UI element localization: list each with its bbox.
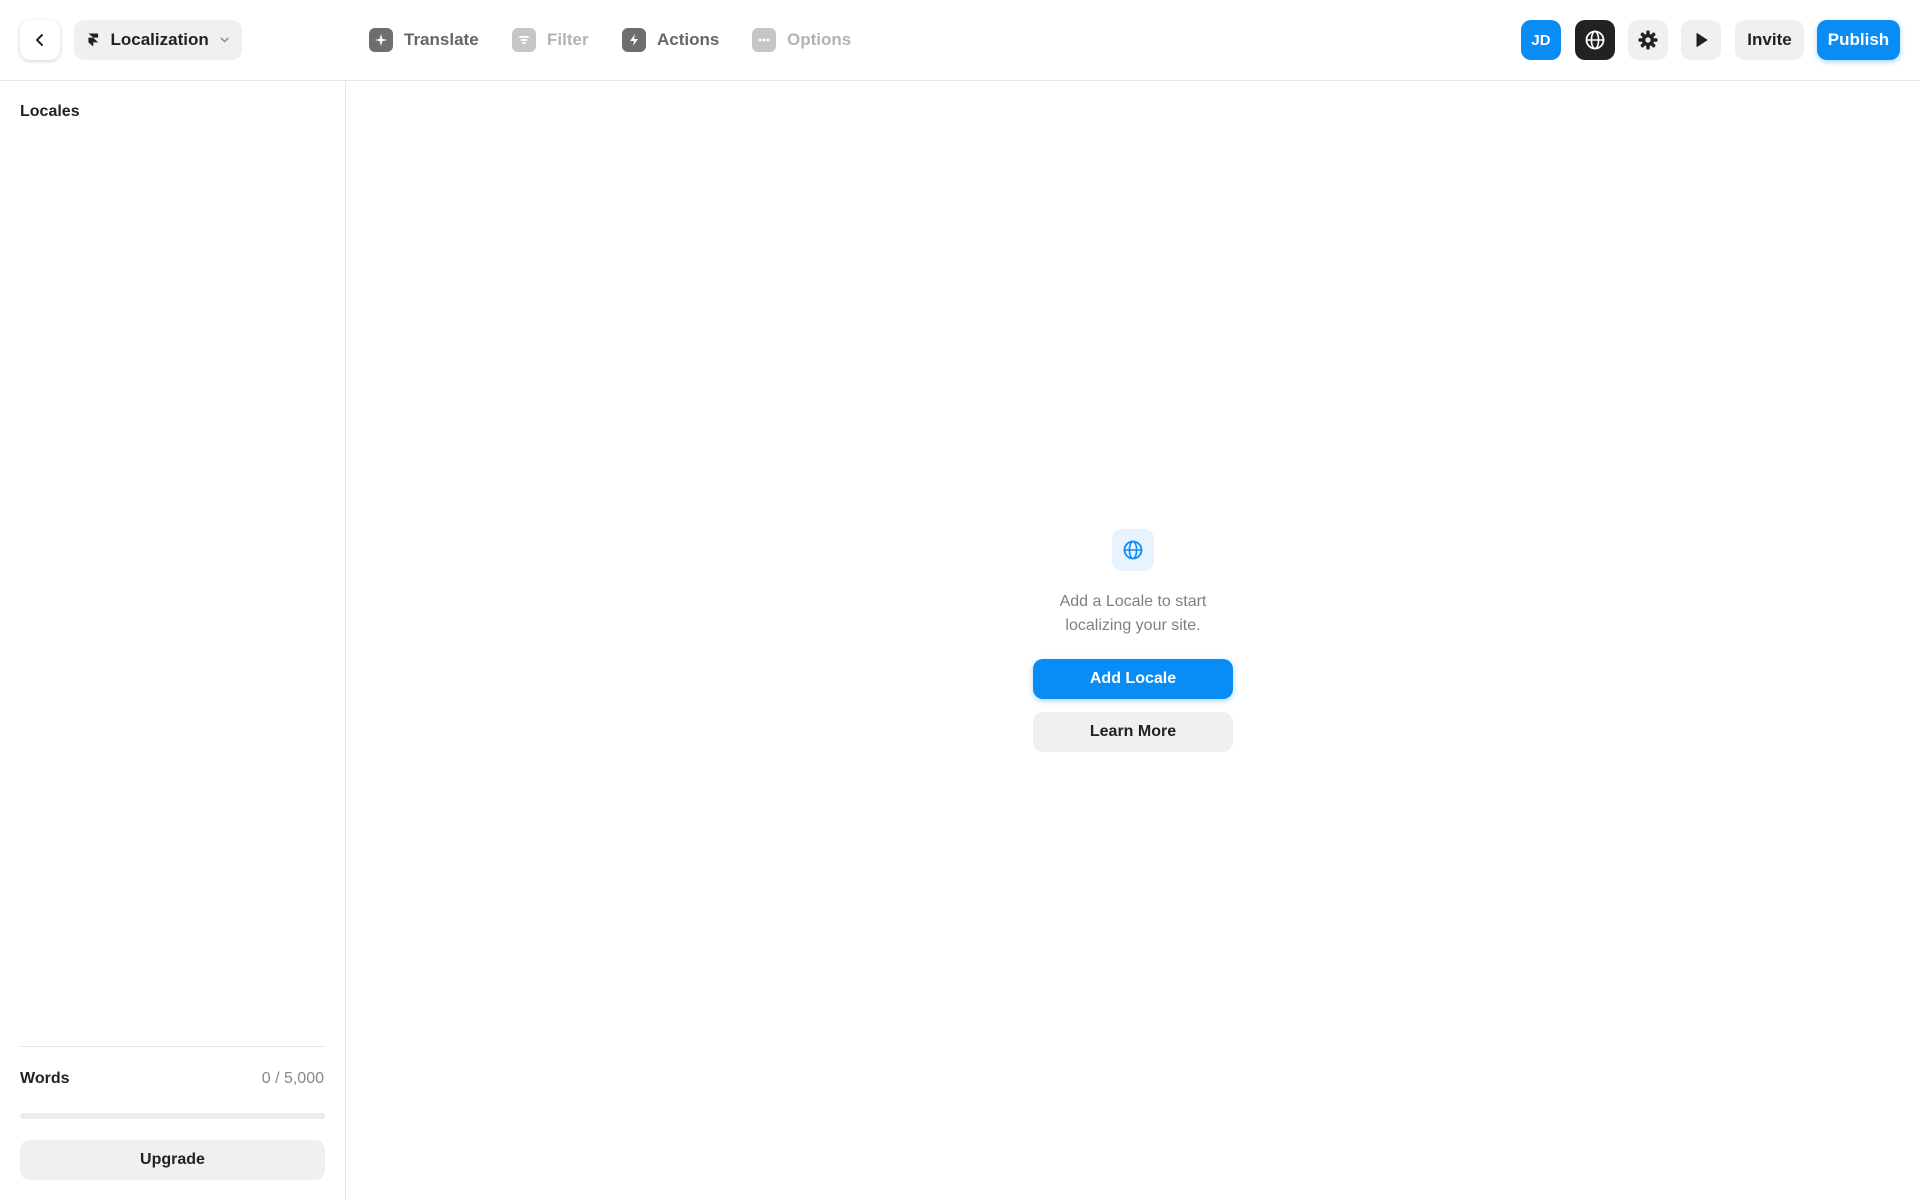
- top-toolbar: Localization Translate Filter Actions Op…: [0, 0, 1920, 81]
- chevron-down-icon: [220, 37, 229, 43]
- upgrade-button[interactable]: Upgrade: [20, 1140, 325, 1180]
- translate-label: Translate: [404, 30, 479, 49]
- translate-button[interactable]: Translate: [369, 26, 479, 54]
- actions-button[interactable]: Actions: [622, 26, 719, 54]
- add-locale-button[interactable]: Add Locale: [1033, 659, 1233, 699]
- more-icon: [752, 28, 776, 52]
- filter-button[interactable]: Filter: [512, 26, 589, 54]
- options-button[interactable]: Options: [752, 26, 851, 54]
- preview-button[interactable]: [1681, 20, 1721, 60]
- filter-icon: [512, 28, 536, 52]
- words-progress-bar: [20, 1113, 325, 1119]
- empty-state: Add a Locale to start localizing your si…: [1033, 529, 1233, 752]
- localization-button[interactable]: [1575, 20, 1615, 60]
- sidebar-divider: [20, 1046, 325, 1047]
- learn-more-button[interactable]: Learn More: [1033, 712, 1233, 752]
- empty-state-badge: [1112, 529, 1154, 571]
- settings-button[interactable]: [1628, 20, 1668, 60]
- publish-button[interactable]: Publish: [1817, 20, 1900, 60]
- empty-state-message: Add a Locale to start localizing your si…: [1059, 593, 1207, 634]
- chevron-left-icon: [36, 34, 43, 46]
- sparkle-icon: [369, 28, 393, 52]
- actions-label: Actions: [657, 30, 720, 49]
- project-switcher[interactable]: Localization: [74, 20, 242, 60]
- words-label: Words: [20, 1070, 70, 1087]
- bolt-icon: [622, 28, 646, 52]
- locales-heading: Locales: [20, 103, 80, 120]
- back-button[interactable]: [20, 20, 60, 60]
- play-icon: [1696, 33, 1708, 47]
- globe-icon: [1585, 30, 1605, 50]
- invite-button[interactable]: Invite: [1735, 20, 1804, 60]
- user-avatar[interactable]: JD: [1521, 20, 1561, 60]
- globe-icon: [1123, 540, 1143, 560]
- locales-sidebar: Locales Words 0 / 5,000 Upgrade: [0, 81, 346, 1200]
- filter-label: Filter: [547, 30, 589, 49]
- gear-icon: [1638, 30, 1658, 50]
- project-name: Localization: [110, 30, 209, 49]
- words-count: 0 / 5,000: [261, 1070, 324, 1087]
- framer-logo-icon: [88, 33, 99, 47]
- options-label: Options: [787, 30, 852, 49]
